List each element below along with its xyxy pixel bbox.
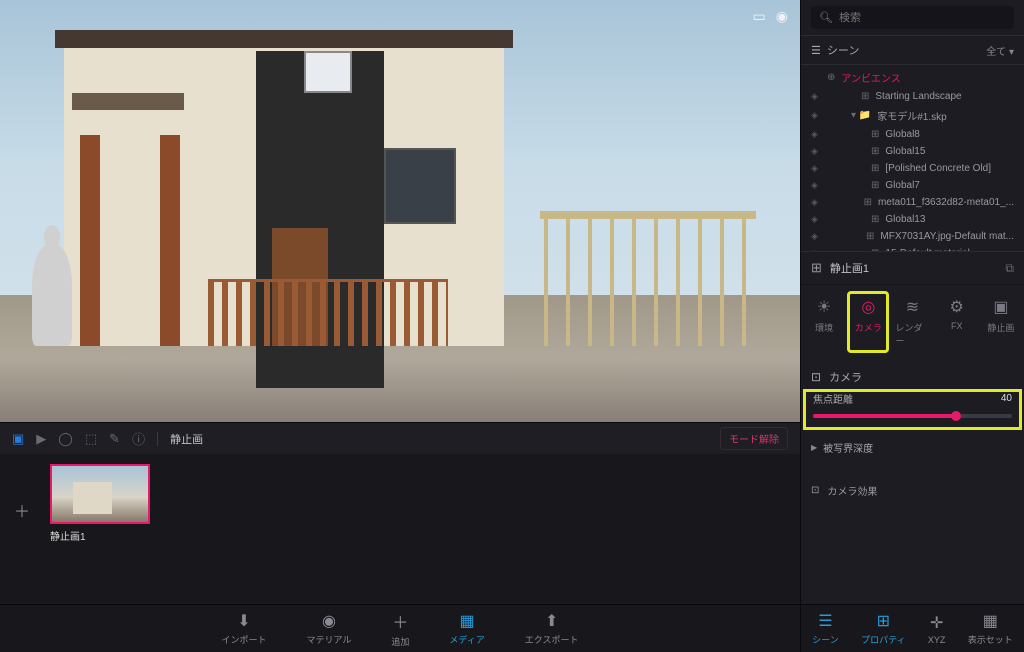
search-input[interactable] (839, 12, 1006, 24)
tree-row-ambience[interactable]: ⊕アンビエンス (801, 67, 1024, 88)
camera-icon: ⊡ (811, 370, 821, 384)
bottom-nav-シーン[interactable]: ☰シーン (812, 611, 839, 646)
viewport-3d[interactable]: ▭ ◉ (0, 0, 800, 422)
tree-row[interactable]: ◈⊞[Polished Concrete Old] (801, 160, 1024, 177)
nav-icon: ▦ (983, 611, 998, 631)
tab-icon: ☀ (817, 297, 831, 317)
properties-title: 静止画1 (830, 260, 869, 276)
bottom-nav-メディア[interactable]: ▦メディア (449, 611, 484, 646)
scene-pergola (544, 211, 752, 346)
viewport-toolbar: ▣ ▶ ◯ ⬚ ✎ ⓘ 静止画 モード解除 (0, 422, 800, 454)
thumbnail-image[interactable] (50, 464, 150, 524)
bottom-nav-表示セット[interactable]: ▦表示セット (968, 611, 1013, 646)
scene-header[interactable]: ☰ シーン 全て ▾ (801, 36, 1024, 65)
nav-icon: ⬆ (545, 611, 558, 631)
tree-row[interactable]: ◈⊞meta011_f3632d82-meta01_... (801, 194, 1024, 211)
property-tab-カメラ[interactable]: ◎カメラ (849, 293, 887, 351)
bottom-nav-エクスポート[interactable]: ⬆エクスポート (525, 611, 579, 646)
focal-length-control: 焦点距離 40 (803, 389, 1022, 430)
scene-window (304, 51, 352, 93)
nav-icon: ⊞ (877, 611, 890, 631)
still-image-icon[interactable]: ▣ (12, 431, 24, 447)
nav-icon: ◉ (322, 611, 336, 631)
media-thumbnail[interactable]: 静止画1 (50, 464, 150, 543)
focal-length-value[interactable]: 40 (1001, 393, 1012, 404)
tree-row[interactable]: ◈⊞MFX7031AY.jpg-Default mat... (801, 228, 1024, 245)
info-icon[interactable]: ⓘ (132, 429, 145, 448)
scene-window (384, 148, 456, 224)
nav-icon: ✛ (930, 613, 943, 633)
slider-thumb[interactable] (951, 411, 961, 421)
tab-icon: ▣ (993, 297, 1008, 317)
camera-section-label: ⊡ カメラ (801, 361, 1024, 389)
tab-icon: ◎ (861, 297, 875, 317)
focal-length-slider[interactable] (813, 414, 1012, 418)
video-icon[interactable]: ▶ (36, 431, 46, 447)
scene-pillar (160, 135, 180, 346)
tab-icon: ⚙ (950, 297, 964, 317)
search-icon: 🔍︎ (819, 11, 833, 24)
depth-of-field-row[interactable]: ▶ 被写界深度 (801, 430, 1024, 465)
nav-icon: ▦ (460, 611, 475, 631)
property-tab-レンダー[interactable]: ≋レンダー (893, 293, 931, 351)
scene-fence (208, 279, 448, 347)
toolbar-mode-label: 静止画 (170, 431, 203, 447)
thumbnail-label: 静止画1 (50, 528, 150, 543)
nav-icon: ⬇ (237, 611, 250, 631)
tree-row[interactable]: ◈⊞Global7 (801, 177, 1024, 194)
property-tab-FX[interactable]: ⚙FX (938, 293, 976, 351)
bottom-nav-XYZ[interactable]: ✛XYZ (928, 613, 946, 645)
tree-row[interactable]: ◈⊞Global13 (801, 211, 1024, 228)
bottom-nav-インポート[interactable]: ⬇インポート (221, 611, 266, 646)
properties-header: ⊞ 静止画1 ⧉ (801, 251, 1024, 285)
tool-icon[interactable]: ✎ (109, 431, 120, 447)
tree-row[interactable]: ◈⊞Starting Landscape (801, 88, 1024, 105)
panorama-icon[interactable]: ◯ (58, 431, 73, 447)
copy-icon[interactable]: ⧉ (1005, 261, 1014, 276)
media-shelf: ＋ 静止画1 (0, 454, 800, 604)
scene-pillar (80, 135, 100, 346)
tab-icon: ≋ (906, 297, 919, 317)
scene-filter-all[interactable]: 全て ▾ (986, 43, 1014, 58)
scene-tree[interactable]: ⊕アンビエンス◈⊞Starting Landscape◈▾ 📁家モデル#1.sk… (801, 65, 1024, 251)
bottom-nav-マテリアル[interactable]: ◉マテリアル (306, 611, 351, 646)
expand-icon: ▶ (811, 443, 817, 452)
camera-effect-icon: ⊡ (811, 485, 819, 496)
search-area: 🔍︎ (801, 0, 1024, 36)
nav-icon: ☰ (818, 611, 832, 631)
visibility-icon[interactable]: ◉ (776, 8, 788, 25)
bottom-nav-追加[interactable]: ＋追加 (391, 609, 409, 648)
safe-frame-icon[interactable]: ▭ (753, 8, 766, 25)
scene-balcony (72, 93, 184, 110)
camera-effect-row[interactable]: ⊡ カメラ効果 (801, 473, 1024, 508)
tree-row[interactable]: ◈▾ 📁家モデル#1.skp (801, 105, 1024, 126)
property-tab-静止画[interactable]: ▣静止画 (982, 293, 1020, 351)
add-media-button[interactable]: ＋ (14, 498, 32, 516)
scene-person-silhouette (32, 245, 72, 346)
nav-icon: ＋ (392, 609, 408, 633)
mode-release-button[interactable]: モード解除 (720, 427, 788, 450)
focal-length-label: 焦点距離 (813, 391, 853, 406)
slider-fill (813, 414, 956, 418)
search-box[interactable]: 🔍︎ (811, 6, 1014, 29)
bottom-nav-プロパティ[interactable]: ⊞プロパティ (861, 611, 905, 646)
property-tab-環境[interactable]: ☀環境 (805, 293, 843, 351)
separator (157, 432, 158, 446)
vr-icon[interactable]: ⬚ (85, 431, 97, 447)
tree-row[interactable]: ◈⊞Global8 (801, 126, 1024, 143)
side-panel: 🔍︎ ☰ シーン 全て ▾ ⊕アンビエンス◈⊞Starting Landscap… (800, 0, 1024, 604)
property-tabs: ☀環境◎カメラ≋レンダー⚙FX▣静止画 (801, 285, 1024, 361)
bottom-nav-right: ☰シーン ⊞プロパティ ✛XYZ ▦表示セット (800, 605, 1024, 652)
bottom-nav: ⬇インポート ◉マテリアル ＋追加 ▦メディア ⬆エクスポート ☰シーン ⊞プロパティ ✛X… (0, 604, 1024, 652)
list-icon: ☰ (811, 44, 821, 57)
bottom-nav-left: ⬇インポート ◉マテリアル ＋追加 ▦メディア ⬆エクスポート (0, 605, 800, 652)
still-image-icon: ⊞ (811, 260, 822, 276)
tree-row[interactable]: ◈⊞Global15 (801, 143, 1024, 160)
scene-title: シーン (827, 42, 859, 58)
